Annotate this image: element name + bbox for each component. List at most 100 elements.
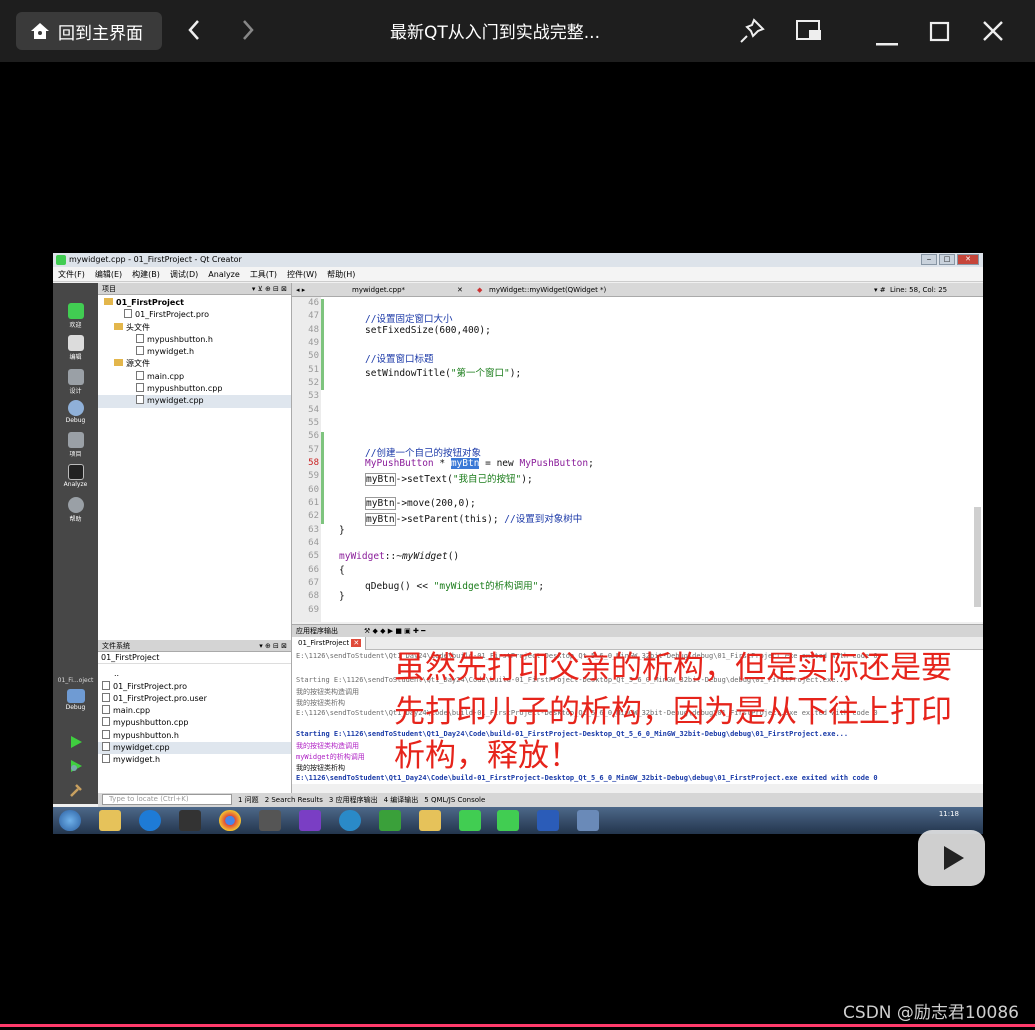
- screen-icon: [577, 810, 599, 831]
- menu-edit: 编辑(E): [94, 270, 123, 279]
- back-arrow-icon[interactable]: [186, 19, 202, 46]
- pin-icon[interactable]: [738, 17, 766, 50]
- monitor-icon: [66, 689, 85, 703]
- dropdown-icon: ▾ #: [874, 286, 886, 294]
- mini-window-icon[interactable]: [795, 19, 823, 48]
- forward-arrow-icon[interactable]: [240, 19, 256, 46]
- welcome-icon: [67, 303, 84, 319]
- run-icon: [70, 736, 82, 748]
- thunder-icon: [139, 810, 161, 831]
- line-number: 46: [308, 298, 319, 308]
- close-icon[interactable]: [982, 20, 1004, 47]
- subtitle-line: 先打印儿子的析构，因为是从下往上打印: [394, 694, 952, 730]
- fs-item: main.cpp: [98, 705, 291, 717]
- code-line: myWidget::~myWidget(): [339, 551, 460, 562]
- code-line: setFixedSize(600,400);: [365, 324, 491, 336]
- fs-panel-header: 文件系统 ▾ ⊕ ⊟ ⊠: [98, 640, 291, 652]
- code-line: setWindowTitle("第一个窗口");: [365, 367, 522, 379]
- line-number: 56: [308, 431, 319, 441]
- analyze-icon: [67, 464, 84, 480]
- code-line: //创建一个自己的按钮对象: [365, 447, 481, 459]
- editor-scrollbar: [974, 507, 981, 607]
- tree-item: mypushbutton.h: [98, 333, 291, 346]
- status-tab: 4 编译输出: [383, 796, 419, 804]
- ide-mode-bar: 欢迎 编辑 设计 Debug 项目 Analyze 帮助 01_Fi...oje…: [53, 283, 98, 804]
- code-line: myBtn->setParent(this); //设置到对象树中: [365, 513, 583, 526]
- tree-item: 01_FirstProject: [98, 297, 291, 309]
- code-line: myBtn->move(200,0);: [365, 497, 476, 510]
- windows-taskbar: 11:18: [53, 807, 983, 834]
- fs-item: 01_FirstProject.pro: [98, 680, 291, 693]
- mode-welcome: 欢迎: [53, 303, 98, 329]
- projects-icon: [67, 432, 84, 448]
- status-tab: 2 Search Results: [264, 796, 323, 804]
- progress-bar[interactable]: [0, 1024, 1035, 1027]
- fs-item: mypushbutton.cpp: [98, 717, 291, 729]
- play-button[interactable]: [918, 830, 985, 886]
- minimize-icon[interactable]: [876, 30, 900, 52]
- code-line: //设置窗口标题: [365, 354, 434, 365]
- ide-window-title: mywidget.cpp - 01_FirstProject - Qt Crea…: [69, 255, 242, 264]
- build-button: [53, 783, 98, 799]
- status-tab: 1 问题: [238, 796, 259, 804]
- taskbar-clock: 11:18: [938, 810, 959, 818]
- fs-root: 01_FirstProject: [98, 652, 291, 665]
- line-number: 51: [308, 364, 319, 375]
- line-number: 59: [308, 471, 319, 481]
- line-number: 60: [308, 484, 319, 495]
- line-number: 69: [308, 604, 319, 615]
- status-tab: 5 QML/JS Console: [424, 796, 486, 804]
- line-number: 64: [308, 538, 319, 548]
- browser-icon: [339, 810, 361, 831]
- menu-widgets: 控件(W): [286, 270, 318, 279]
- mode-projects: 项目: [53, 432, 98, 458]
- debug-run-button: [53, 759, 98, 775]
- qt-app-icon: [497, 810, 519, 831]
- home-button[interactable]: 回到主界面: [16, 12, 162, 50]
- run-button: [53, 735, 98, 751]
- code-line: }: [339, 591, 345, 602]
- line-number: 62: [308, 511, 319, 521]
- locate-field: Type to locate (Ctrl+K): [102, 794, 232, 805]
- cursor-position: Line: 58, Col: 25: [890, 286, 948, 294]
- subtitle-line: 虽然先打印父亲的析构，但是实际还是要: [394, 650, 952, 686]
- maximize-icon[interactable]: [929, 21, 951, 48]
- line-number: 67: [308, 578, 319, 588]
- kit-selector: Debug: [53, 689, 98, 711]
- status-tab: 3 应用程序输出: [328, 796, 378, 804]
- output-line: 我的按钮类析构: [296, 764, 345, 772]
- fs-item: mywidget.h: [98, 754, 291, 766]
- tree-item: main.cpp: [98, 370, 291, 383]
- output-tab: 01_FirstProject ✕: [292, 637, 367, 650]
- watermark: CSDN @励志君10086: [843, 1003, 1019, 1023]
- mode-help: 帮助: [53, 497, 98, 523]
- line-number: 68: [308, 591, 319, 601]
- kit-selector-label: 01_Fi...oject: [57, 677, 94, 684]
- panel-filter-icons: ▾ ⊻ ⊕ ⊟ ⊠: [251, 285, 287, 293]
- line-number: 47: [308, 311, 319, 321]
- tree-item: 头文件: [98, 322, 291, 334]
- ide-minimize-icon: ‒: [921, 254, 937, 265]
- hammer-icon: [69, 784, 82, 797]
- mode-analyze: Analyze: [53, 464, 98, 488]
- fs-item: 01_FirstProject.pro.user: [98, 692, 291, 705]
- menu-analyze: Analyze: [208, 270, 240, 279]
- ide-menu-bar: 文件(F) 编辑(E) 构建(B) 调试(D) Analyze 工具(T) 控件…: [53, 267, 983, 282]
- menu-build: 构建(B): [132, 270, 160, 279]
- tree-item-selected: mywidget.cpp: [98, 395, 291, 408]
- home-icon: [31, 23, 49, 39]
- fs-item-selected: mywidget.cpp: [98, 742, 291, 755]
- line-number-current: 58: [308, 458, 319, 468]
- line-number: 54: [308, 404, 319, 415]
- editor-toolbar: ◂ ▸ mywidget.cpp* ✕ ◆ myWidget::myWidget…: [292, 283, 983, 297]
- ide-title-bar: mywidget.cpp - 01_FirstProject - Qt Crea…: [53, 253, 983, 267]
- ide-close-icon: ✕: [957, 254, 979, 265]
- qt-logo-icon: [56, 255, 66, 265]
- unity-icon: [179, 810, 201, 831]
- code-line: }: [339, 524, 345, 536]
- edit-icon: [67, 335, 84, 351]
- visual-studio-icon: [299, 810, 321, 831]
- mode-edit: 编辑: [53, 335, 98, 361]
- player-top-bar: 回到主界面 最新QT从入门到实战完整...: [0, 0, 1035, 62]
- output-line: 我的按钮类构造调用: [296, 688, 359, 696]
